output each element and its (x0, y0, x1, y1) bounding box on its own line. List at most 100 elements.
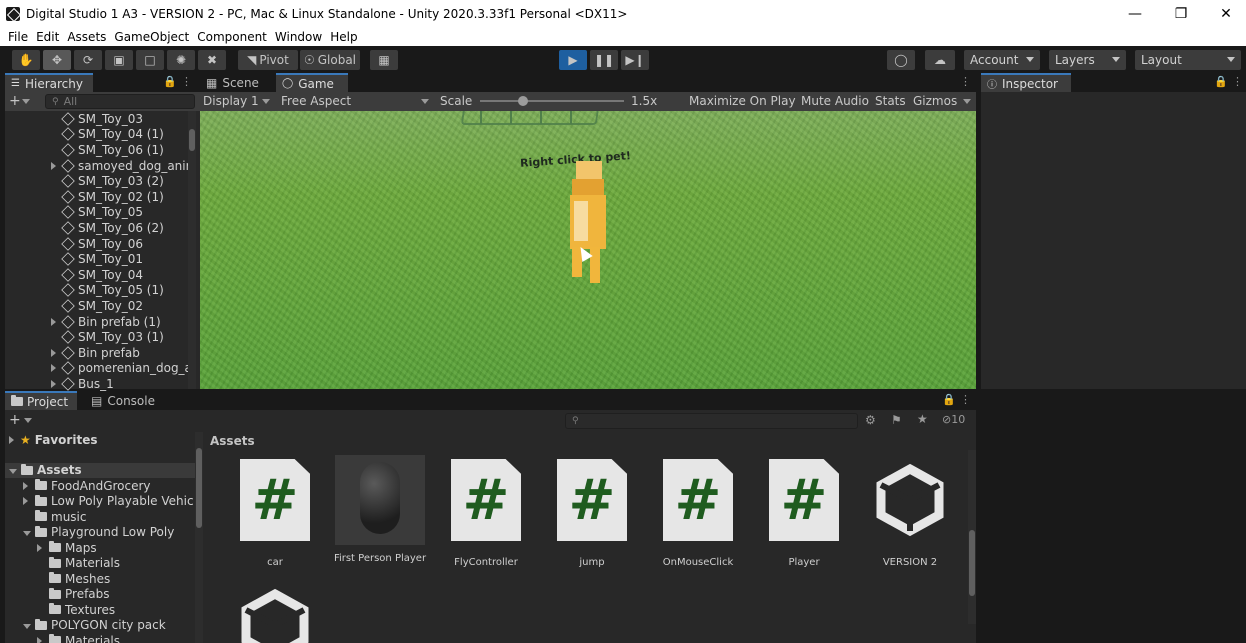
mute-audio-toggle[interactable]: Mute Audio (801, 94, 869, 108)
move-tool-icon[interactable]: ✥ (43, 50, 71, 70)
minimize-icon[interactable]: — (1112, 0, 1158, 27)
hierarchy-item[interactable]: Bin prefab (1) (5, 314, 202, 330)
chevron-right-icon[interactable] (51, 348, 56, 357)
scale-slider-track[interactable] (480, 100, 624, 102)
account-dropdown[interactable]: Account (964, 50, 1040, 70)
folder-row[interactable]: Meshes (5, 571, 203, 587)
chevron-down-icon[interactable] (9, 469, 17, 475)
chevron-down-icon[interactable] (23, 624, 31, 630)
global-toggle[interactable]: ☉ Global (300, 50, 360, 70)
tab-console[interactable]: ▤ Console (85, 391, 165, 410)
chevron-down-icon[interactable] (963, 99, 971, 104)
chevron-down-icon[interactable] (24, 418, 32, 423)
play-button[interactable]: ▶ (559, 50, 587, 70)
folder-row[interactable]: Maps (5, 540, 203, 556)
gizmos-toggle[interactable]: Gizmos (913, 94, 957, 108)
scrollbar-thumb[interactable] (189, 129, 195, 151)
menu-component[interactable]: Component (193, 30, 271, 44)
folder-row[interactable]: FoodAndGrocery (5, 478, 203, 494)
chevron-right-icon[interactable] (23, 497, 28, 506)
more-icon[interactable]: ⋮ (960, 75, 971, 88)
chevron-right-icon[interactable] (37, 543, 42, 552)
hierarchy-item[interactable]: SM_Toy_04 (5, 267, 202, 283)
project-search-input[interactable]: ⚲ (565, 413, 858, 429)
hierarchy-scrollbar[interactable] (188, 111, 196, 389)
tab-inspector[interactable]: ⓘ Inspector (981, 73, 1071, 92)
favorite-star-icon[interactable]: ★ (917, 412, 928, 426)
folder-row[interactable]: Playground Low Poly (5, 525, 203, 541)
folder-row[interactable]: Materials (5, 633, 203, 643)
favorites-row[interactable]: ★ Favorites (5, 432, 203, 448)
layers-dropdown[interactable]: Layers (1049, 50, 1126, 70)
scrollbar-thumb[interactable] (969, 530, 975, 596)
more-icon[interactable]: ⋮ (960, 393, 971, 406)
hierarchy-item[interactable]: SM_Toy_05 (1) (5, 283, 202, 299)
collab-icon[interactable]: ◯ (887, 50, 915, 70)
hierarchy-item[interactable]: SM_Toy_02 (5, 298, 202, 314)
lock-icon[interactable]: 🔒 (1214, 75, 1228, 88)
assets-breadcrumb[interactable]: Assets (210, 434, 255, 448)
hierarchy-item[interactable]: SM_Toy_03 (5, 111, 202, 127)
hierarchy-item[interactable]: SM_Toy_05 (5, 205, 202, 221)
dog-model[interactable] (568, 161, 612, 291)
scale-tool-icon[interactable]: ▣ (105, 50, 133, 70)
add-icon[interactable]: + (9, 412, 21, 428)
step-button[interactable]: ▶❙ (621, 50, 649, 70)
menu-edit[interactable]: Edit (32, 30, 63, 44)
hierarchy-item[interactable]: SM_Toy_06 (5, 236, 202, 252)
chevron-right-icon[interactable] (51, 364, 56, 373)
menu-file[interactable]: File (4, 30, 32, 44)
chevron-right-icon[interactable] (51, 317, 56, 326)
folder-row[interactable]: music (5, 509, 203, 525)
folder-row[interactable]: Low Poly Playable Vehic (5, 494, 203, 510)
lock-icon[interactable]: 🔒 (942, 393, 956, 406)
hierarchy-item[interactable]: samoyed_dog_anir (5, 158, 202, 174)
hierarchy-search-input[interactable]: ⚲ All (45, 94, 195, 109)
chevron-right-icon[interactable] (51, 161, 56, 170)
chevron-right-icon[interactable] (23, 481, 28, 490)
transform-tool-icon[interactable]: ✺ (167, 50, 195, 70)
tab-hierarchy[interactable]: ☰ Hierarchy (5, 73, 93, 92)
scale-slider-thumb[interactable] (518, 96, 529, 106)
filter-label-icon[interactable]: ⚑ (891, 413, 902, 427)
chevron-down-icon[interactable] (22, 99, 30, 104)
filter-type-icon[interactable]: ⚙ (865, 413, 876, 427)
rotate-tool-icon[interactable]: ⟳ (74, 50, 102, 70)
lock-icon[interactable]: 🔒 (163, 75, 177, 88)
pause-button[interactable]: ❚❚ (590, 50, 618, 70)
layout-dropdown[interactable]: Layout (1135, 50, 1241, 70)
tab-scene[interactable]: ▦ Scene (200, 73, 272, 92)
menu-assets[interactable]: Assets (63, 30, 110, 44)
tab-game[interactable]: ◯ Game (276, 73, 348, 92)
aspect-dropdown[interactable]: Free Aspect (281, 94, 351, 108)
folder-tree-scrollbar[interactable] (195, 432, 203, 643)
folder-row[interactable]: POLYGON city pack (5, 618, 203, 634)
hierarchy-item[interactable]: Bin prefab (5, 345, 202, 361)
folder-row[interactable]: Materials (5, 556, 203, 572)
maximize-on-play-toggle[interactable]: Maximize On Play (689, 94, 796, 108)
more-icon[interactable]: ⋮ (181, 75, 192, 88)
cloud-icon[interactable]: ☁ (925, 50, 955, 70)
hierarchy-item[interactable]: SM_Toy_03 (1) (5, 329, 202, 345)
folder-row[interactable]: Assets (5, 462, 203, 478)
add-icon[interactable]: + (9, 93, 21, 109)
game-viewport[interactable]: Right click to pet! (200, 111, 976, 389)
menu-help[interactable]: Help (326, 30, 361, 44)
more-icon[interactable]: ⋮ (1232, 75, 1243, 88)
tab-project[interactable]: Project (5, 391, 77, 410)
menu-window[interactable]: Window (271, 30, 326, 44)
hierarchy-item[interactable]: SM_Toy_02 (1) (5, 189, 202, 205)
custom-tool-icon[interactable]: ✖ (198, 50, 226, 70)
chevron-down-icon[interactable] (23, 531, 31, 537)
chevron-right-icon[interactable] (51, 379, 56, 388)
hierarchy-item[interactable]: SM_Toy_04 (1) (5, 127, 202, 143)
hierarchy-item[interactable]: SM_Toy_01 (5, 251, 202, 267)
restore-icon[interactable]: ❐ (1158, 0, 1204, 27)
hand-tool-icon[interactable]: ✋ (12, 50, 40, 70)
hierarchy-item[interactable]: Bus_1 (5, 376, 202, 392)
hierarchy-item[interactable]: pomerenian_dog_a (5, 361, 202, 377)
hierarchy-item[interactable]: SM_Toy_06 (1) (5, 142, 202, 158)
rect-tool-icon[interactable]: □ (136, 50, 164, 70)
menu-gameobject[interactable]: GameObject (110, 30, 193, 44)
close-icon[interactable]: ✕ (1203, 0, 1246, 27)
